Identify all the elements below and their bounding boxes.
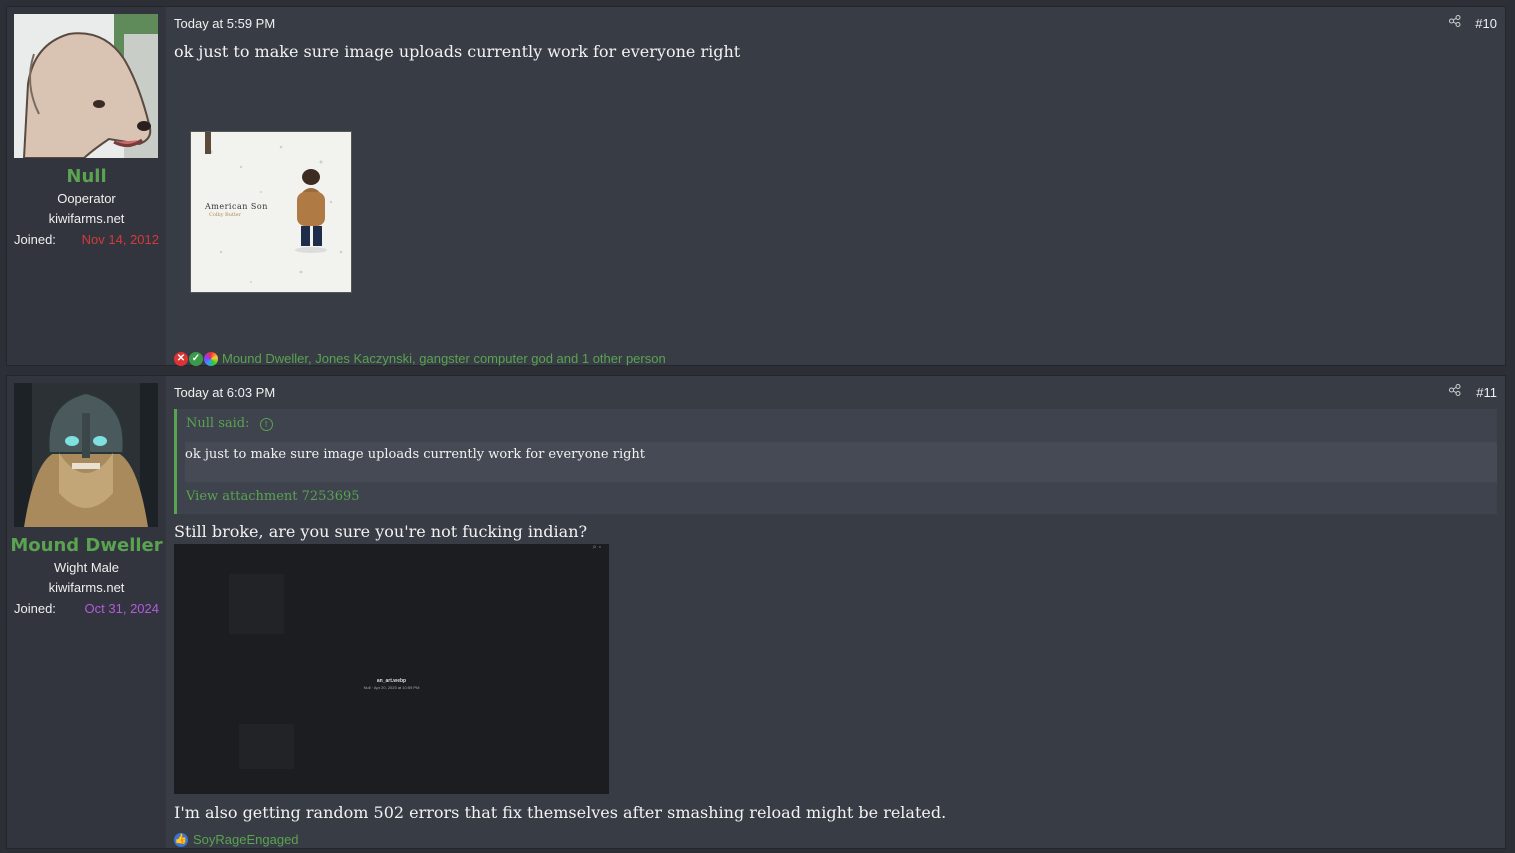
- share-icon[interactable]: [1449, 15, 1461, 30]
- screenshot-filename: an_art.webp: [376, 678, 407, 684]
- user-title: Ooperator: [57, 191, 116, 206]
- attachment-title: American Son: [205, 202, 268, 211]
- post-number[interactable]: #10: [1475, 16, 1497, 31]
- quote-header[interactable]: Null said: ↑: [186, 416, 273, 431]
- reactions-bar[interactable]: ✕ ✓ Mound Dweller, Jones Kaczynski, gang…: [174, 351, 666, 366]
- reactions-text[interactable]: SoyRageEngaged: [193, 832, 299, 847]
- shot-block: [229, 574, 284, 634]
- quote-author[interactable]: Null said:: [186, 416, 249, 431]
- post-main: Today at 5:59 PM #10 ok just to make sur…: [174, 7, 1505, 366]
- post-text-1: Still broke, are you sure you're not fuc…: [174, 522, 588, 541]
- zoom-icon: ⌕ ▫: [592, 544, 601, 551]
- joined-label: Joined:: [14, 601, 56, 616]
- reactions-text[interactable]: Mound Dweller, Jones Kaczynski, gangster…: [222, 351, 666, 366]
- user-panel: Null Ooperator kiwifarms.net Joined: Nov…: [7, 7, 166, 365]
- quote-body: ok just to make sure image uploads curre…: [185, 442, 1497, 482]
- shot-block: [239, 724, 294, 769]
- post-text-2: I'm also getting random 502 errors that …: [174, 803, 947, 822]
- username[interactable]: Mound Dweller: [7, 535, 166, 556]
- joined-label: Joined:: [14, 232, 56, 247]
- username[interactable]: Null: [7, 166, 166, 187]
- view-attachment-link[interactable]: View attachment 7253695: [186, 489, 360, 504]
- quote-block: Null said: ↑ ok just to make sure image …: [174, 409, 1497, 514]
- attachment-screenshot[interactable]: ⌕ ▫ an_art.webp Null · Apr 20, 2025 at 1…: [174, 544, 609, 794]
- avatar[interactable]: [14, 383, 158, 527]
- post-text: ok just to make sure image uploads curre…: [174, 42, 741, 61]
- user-site: kiwifarms.net: [48, 580, 125, 595]
- joined-date: Oct 31, 2024: [84, 601, 159, 616]
- post-number[interactable]: #11: [1476, 385, 1497, 400]
- quote-text: ok just to make sure image uploads curre…: [185, 447, 646, 462]
- post-time[interactable]: Today at 5:59 PM: [174, 16, 275, 31]
- reactions-bar[interactable]: 👍 SoyRageEngaged: [174, 832, 299, 847]
- user-panel: Mound Dweller Wight Male kiwifarms.net J…: [7, 376, 166, 848]
- post-11: Mound Dweller Wight Male kiwifarms.net J…: [6, 375, 1506, 849]
- post-main: Today at 6:03 PM #11 Null said: ↑ ok jus…: [174, 376, 1505, 848]
- share-icon[interactable]: [1449, 384, 1461, 399]
- check-icon: ✓: [189, 351, 203, 366]
- attachment-thumbnail[interactable]: American Son Colby Butler: [190, 131, 352, 293]
- joined-date: Nov 14, 2012: [81, 232, 159, 247]
- post-time[interactable]: Today at 6:03 PM: [174, 385, 275, 400]
- thumbs-up-icon: 👍: [174, 832, 188, 847]
- attachment-subtitle: Colby Butler: [209, 212, 241, 218]
- screenshot-meta: Null · Apr 20, 2025 at 10:59 PM: [363, 685, 420, 690]
- user-title: Wight Male: [53, 560, 120, 575]
- post-10: Null Ooperator kiwifarms.net Joined: Nov…: [6, 6, 1506, 366]
- avatar[interactable]: [14, 14, 158, 158]
- x-icon: ✕: [174, 351, 188, 366]
- rainbow-icon: [204, 351, 218, 366]
- user-site: kiwifarms.net: [48, 211, 125, 226]
- jump-up-icon[interactable]: ↑: [259, 418, 273, 431]
